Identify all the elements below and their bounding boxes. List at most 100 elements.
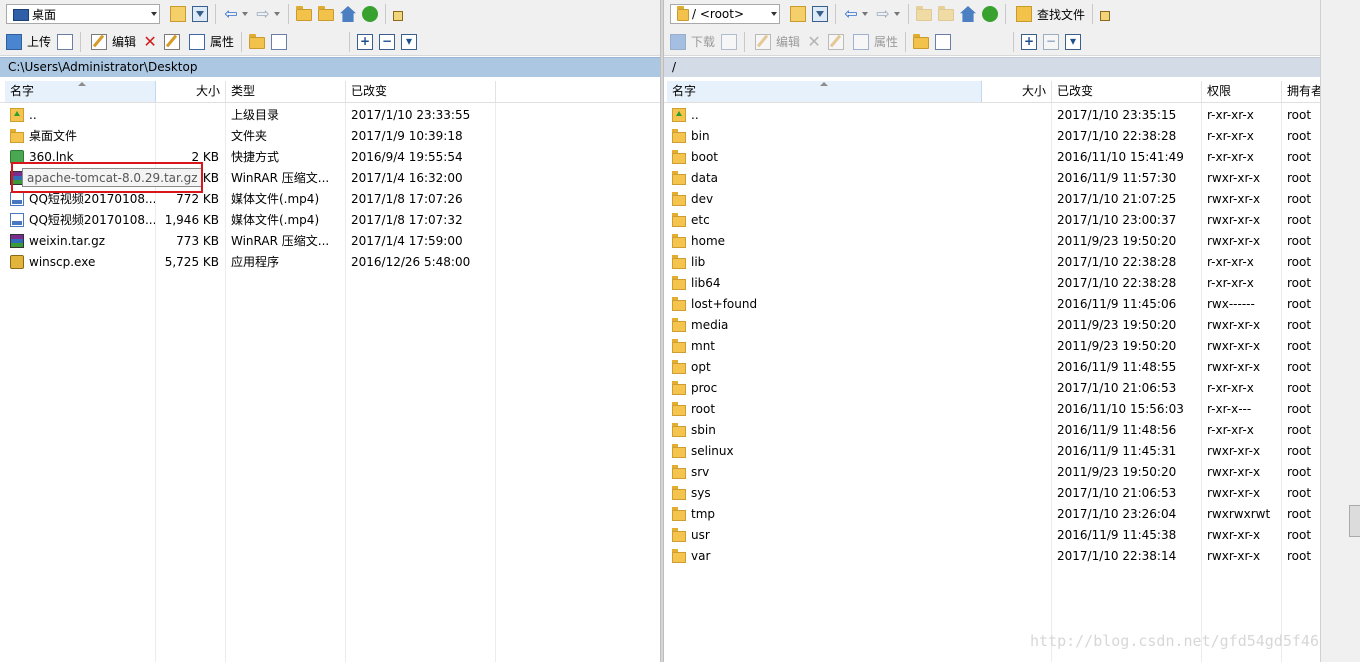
filter-icon[interactable] (812, 6, 828, 22)
table-row[interactable]: var 2017/1/10 22:38:14 rwxr-xr-x root (664, 546, 1320, 567)
filter-icon[interactable] (192, 6, 208, 22)
forward-dropdown-icon[interactable] (894, 12, 900, 16)
table-row[interactable]: .. 上级目录 2017/1/10 23:33:55 (0, 105, 660, 126)
root-directory-icon[interactable] (938, 6, 954, 21)
file-name: opt (691, 360, 711, 374)
table-row[interactable]: .. 2017/1/10 23:35:15 r-xr-xr-x root (664, 105, 1320, 126)
open-folder-icon[interactable] (170, 6, 186, 22)
rename-icon[interactable] (828, 33, 845, 50)
table-row[interactable]: lib 2017/1/10 22:38:28 r-xr-xr-x root (664, 252, 1320, 273)
home-icon[interactable] (340, 6, 356, 22)
table-row[interactable]: root 2016/11/10 15:56:03 r-xr-x--- root (664, 399, 1320, 420)
table-row[interactable]: sbin 2016/11/9 11:48:56 r-xr-xr-x root (664, 420, 1320, 441)
table-row[interactable]: boot 2016/11/10 15:41:49 r-xr-xr-x root (664, 147, 1320, 168)
column-name-header[interactable]: 名字 (5, 81, 156, 102)
table-row[interactable]: tmp 2017/1/10 23:26:04 rwxrwxrwt root (664, 504, 1320, 525)
forward-dropdown-icon[interactable] (274, 12, 280, 16)
file-modified: 2017/1/10 21:07:25 (1057, 192, 1177, 206)
chevron-down-icon[interactable] (771, 12, 777, 16)
table-row[interactable]: mnt 2011/9/23 19:50:20 rwxr-xr-x root (664, 336, 1320, 357)
sort-ascending-icon (820, 82, 828, 86)
new-file-icon[interactable] (271, 33, 288, 50)
new-file-icon[interactable] (935, 33, 952, 50)
column-owner-header[interactable]: 拥有者 (1282, 81, 1320, 102)
forward-arrow-icon[interactable]: ⇨ (875, 6, 891, 22)
select-filter-icon[interactable]: ▾ (1065, 33, 1082, 50)
back-arrow-icon[interactable]: ⇦ (843, 6, 859, 22)
back-dropdown-icon[interactable] (862, 12, 868, 16)
delete-icon[interactable]: ✕ (142, 33, 158, 50)
unselect-minus-icon[interactable]: − (1043, 33, 1060, 50)
parent-directory-icon[interactable] (916, 6, 932, 21)
column-rights-header[interactable]: 权限 (1202, 81, 1282, 102)
file-modified: 2017/1/10 21:06:53 (1057, 486, 1177, 500)
upload-button[interactable]: 上传 (0, 31, 54, 53)
table-row[interactable]: bin 2017/1/10 22:38:28 r-xr-xr-x root (664, 126, 1320, 147)
table-row[interactable]: data 2016/11/9 11:57:30 rwxr-xr-x root (664, 168, 1320, 189)
forward-arrow-icon[interactable]: ⇨ (255, 6, 271, 22)
copy-options-icon[interactable] (57, 33, 74, 50)
refresh-icon[interactable] (362, 6, 378, 22)
select-plus-icon[interactable]: + (357, 33, 374, 50)
table-row[interactable]: winscp.exe 5,725 KB 应用程序 2016/12/26 5:48:00 (0, 252, 660, 273)
edit-button[interactable]: 编辑 (749, 31, 803, 53)
tree-view-icon[interactable] (393, 10, 403, 21)
column-name-header[interactable]: 名字 (667, 81, 982, 102)
edit-button[interactable]: 编辑 (85, 31, 139, 53)
home-icon[interactable] (960, 6, 976, 22)
table-row[interactable]: opt 2016/11/9 11:48:55 rwxr-xr-x root (664, 357, 1320, 378)
folder-icon (672, 444, 686, 458)
copy-options-icon[interactable] (721, 33, 738, 50)
scrollbar-thumb[interactable] (1349, 505, 1360, 537)
column-size-header[interactable]: 大小 (156, 81, 226, 102)
root-directory-icon[interactable] (318, 6, 334, 21)
new-folder-icon[interactable] (249, 33, 266, 49)
file-size (156, 126, 224, 147)
select-filter-icon[interactable]: ▾ (401, 33, 418, 50)
table-row[interactable]: selinux 2016/11/9 11:45:31 rwxr-xr-x root (664, 441, 1320, 462)
table-row[interactable]: lost+found 2016/11/9 11:45:06 rwx------ roo… (664, 294, 1320, 315)
highlight-box (11, 162, 203, 193)
table-row[interactable]: sys 2017/1/10 21:06:53 rwxr-xr-x root (664, 483, 1320, 504)
download-icon (670, 33, 686, 50)
column-modified-header[interactable]: 已改变 (346, 81, 496, 102)
back-dropdown-icon[interactable] (242, 12, 248, 16)
table-row[interactable]: QQ短视频20170108... 1,946 KB 媒体文件(.mp4) 2017/1… (0, 210, 660, 231)
column-type-header[interactable]: 类型 (226, 81, 346, 102)
local-location-combo[interactable]: 桌面 (6, 4, 160, 24)
back-arrow-icon[interactable]: ⇦ (223, 6, 239, 22)
file-name-cell: dev (667, 189, 982, 210)
download-button[interactable]: 下载 (664, 31, 718, 53)
remote-location-combo[interactable]: / <root> (670, 4, 780, 24)
table-row[interactable]: usr 2016/11/9 11:45:38 rwxr-xr-x root (664, 525, 1320, 546)
file-name-cell: weixin.tar.gz (5, 231, 155, 252)
refresh-icon[interactable] (982, 6, 998, 22)
table-row[interactable]: srv 2011/9/23 19:50:20 rwxr-xr-x root (664, 462, 1320, 483)
table-row[interactable]: proc 2017/1/10 21:06:53 r-xr-xr-x root (664, 378, 1320, 399)
column-modified-header[interactable]: 已改变 (1052, 81, 1202, 102)
column-size-header[interactable]: 大小 (982, 81, 1052, 102)
table-row[interactable]: weixin.tar.gz 773 KB WinRAR 压缩文... 2017/1/4… (0, 231, 660, 252)
delete-icon[interactable]: ✕ (806, 33, 822, 50)
chevron-down-icon[interactable] (151, 12, 157, 16)
table-row[interactable]: etc 2017/1/10 23:00:37 rwxr-xr-x root (664, 210, 1320, 231)
table-row[interactable]: 桌面文件 文件夹 2017/1/9 10:39:18 (0, 126, 660, 147)
watermark: http://blog.csdn.net/gfd54gd5f46 (1030, 632, 1319, 650)
table-row[interactable]: dev 2017/1/10 21:07:25 rwxr-xr-x root (664, 189, 1320, 210)
file-modified: 2011/9/23 19:50:20 (1057, 465, 1177, 479)
unselect-minus-icon[interactable]: − (379, 33, 396, 50)
properties-button[interactable]: 属性 (847, 31, 901, 53)
window-edge-scrollbar[interactable] (1320, 0, 1360, 662)
properties-button[interactable]: 属性 (183, 31, 237, 53)
open-folder-icon[interactable] (790, 6, 806, 22)
file-name: proc (691, 381, 718, 395)
rename-icon[interactable] (164, 33, 181, 50)
tree-view-icon[interactable] (1100, 10, 1111, 21)
select-plus-icon[interactable]: + (1021, 33, 1038, 50)
find-files-button[interactable]: 查找文件 (1010, 3, 1088, 25)
table-row[interactable]: home 2011/9/23 19:50:20 rwxr-xr-x root (664, 231, 1320, 252)
parent-directory-icon[interactable] (296, 6, 312, 21)
table-row[interactable]: lib64 2017/1/10 22:38:28 r-xr-xr-x root (664, 273, 1320, 294)
table-row[interactable]: media 2011/9/23 19:50:20 rwxr-xr-x root (664, 315, 1320, 336)
new-folder-icon[interactable] (913, 33, 930, 49)
